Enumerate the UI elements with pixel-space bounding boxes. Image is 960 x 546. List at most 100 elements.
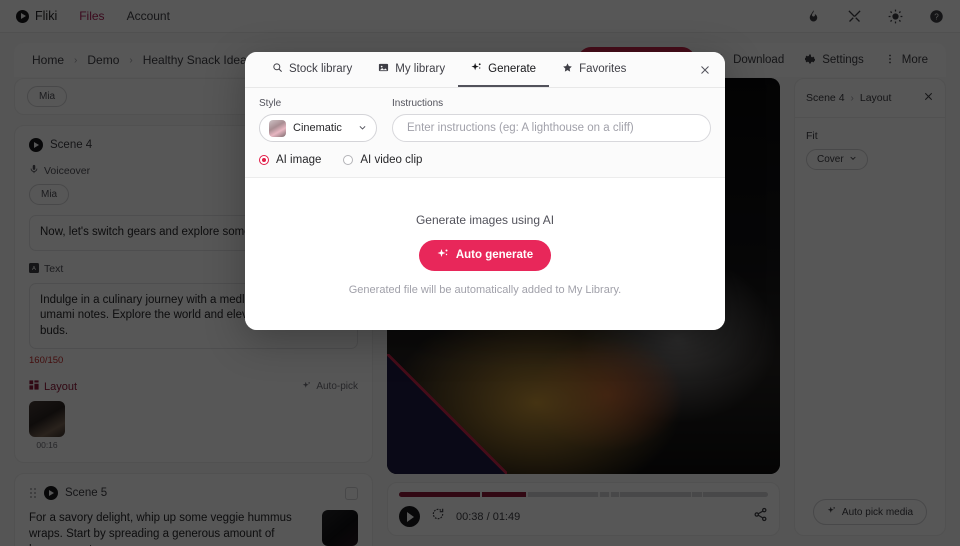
progress-bar[interactable] <box>399 492 768 497</box>
fliki-logo-icon <box>16 9 29 23</box>
layout-label-text: Layout <box>44 380 78 393</box>
chevron-down-icon <box>358 119 367 137</box>
more-button[interactable]: More <box>884 53 928 68</box>
layout-thumbnail[interactable] <box>29 401 65 438</box>
panel-footer: Auto pick media <box>795 489 945 535</box>
breadcrumb-separator: › <box>129 54 133 66</box>
panel-body: Fit Cover <box>795 118 945 489</box>
download-button[interactable]: Download <box>715 53 784 68</box>
panel-crumb-section: Layout <box>859 92 892 104</box>
form-row: Style Cinematic Instructions <box>259 98 711 142</box>
flame-icon[interactable] <box>806 9 821 24</box>
play-button[interactable] <box>399 506 420 527</box>
breadcrumb-home[interactable]: Home <box>32 53 64 67</box>
more-vertical-icon <box>884 53 896 68</box>
nav-item-files[interactable]: Files <box>79 9 104 23</box>
top-bar-actions: ? <box>806 9 944 24</box>
sparkle-icon <box>437 248 449 263</box>
instructions-field: Instructions <box>392 98 711 142</box>
brand[interactable]: Fliki <box>16 9 57 23</box>
voice-name-pill[interactable]: Mia <box>29 184 70 205</box>
fit-select[interactable]: Cover <box>806 149 868 170</box>
progress-tick <box>526 492 528 497</box>
tab-favorites-label: Favorites <box>579 62 627 75</box>
brand-name: Fliki <box>35 9 58 23</box>
progress-tick <box>690 492 692 497</box>
progress-fill <box>399 492 529 497</box>
modal-tab-bar: Stock library My library Generate Favori… <box>245 52 725 88</box>
download-label: Download <box>733 54 785 66</box>
properties-panel: Scene 4 › Layout Fit Cover Auto pick med… <box>794 78 946 536</box>
panel-crumb-separator: › <box>850 92 854 104</box>
instructions-input[interactable] <box>392 114 711 142</box>
scene-5-thumbnail[interactable] <box>322 510 358 546</box>
chevron-down-icon <box>849 154 857 165</box>
auto-generate-label: Auto generate <box>455 249 534 261</box>
play-icon[interactable] <box>29 138 43 152</box>
help-icon[interactable]: ? <box>929 9 944 24</box>
radio-ai-video-clip-label: AI video clip <box>360 154 423 166</box>
text-label: Text <box>44 263 64 276</box>
generate-note: Generated file will be automatically add… <box>348 283 622 296</box>
tab-stock-library-label: Stock library <box>289 62 353 75</box>
fit-label: Fit <box>806 130 818 142</box>
breadcrumb-separator: › <box>74 54 78 66</box>
radio-ai-video-clip[interactable]: AI video clip <box>343 154 422 166</box>
auto-generate-button[interactable]: Auto generate <box>418 239 552 271</box>
panel-header: Scene 4 › Layout <box>795 79 945 118</box>
radio-indicator <box>259 155 269 165</box>
tab-favorites[interactable]: Favorites <box>549 52 639 87</box>
scene-5-header: Scene 5 <box>29 486 358 501</box>
style-thumbnail <box>269 119 286 137</box>
brightness-icon[interactable] <box>888 9 903 24</box>
instructions-label: Instructions <box>392 98 444 109</box>
radio-ai-image[interactable]: AI image <box>259 154 321 166</box>
scene-card-5[interactable]: Scene 5 For a savory delight, whip up so… <box>14 473 373 546</box>
auto-pick-media-button[interactable]: Auto pick media <box>812 499 928 525</box>
scene-5-text[interactable]: For a savory delight, whip up some veggi… <box>29 510 312 546</box>
tools-icon[interactable] <box>847 9 862 24</box>
layout-panel: Scene 4 › Layout Fit Cover Auto pick med… <box>794 78 946 536</box>
layout-icon <box>29 380 39 393</box>
mode-radio-group: AI image AI video clip <box>259 154 711 166</box>
generate-panel: Generate images using AI Auto generate G… <box>245 178 725 330</box>
progress-tick <box>609 492 611 497</box>
clip-duration: 00:16 <box>36 440 58 451</box>
nav-item-account[interactable]: Account <box>127 9 170 23</box>
close-icon[interactable] <box>923 89 934 107</box>
text-icon: A <box>29 262 39 276</box>
preview-corner-overlay <box>387 354 507 474</box>
style-select[interactable]: Cinematic <box>259 114 377 142</box>
replay-icon[interactable] <box>431 507 445 526</box>
radio-ai-image-label: AI image <box>276 154 322 166</box>
sparkle-icon <box>827 506 836 518</box>
more-label: More <box>901 54 928 66</box>
auto-pick-media-label: Auto pick media <box>841 506 914 518</box>
progress-tick <box>480 492 482 497</box>
generate-form: Style Cinematic Instructions Enter instr… <box>245 88 725 178</box>
player-controls: 00:38 / 01:49 <box>399 506 768 527</box>
tab-stock-library[interactable]: Stock library <box>259 52 365 87</box>
search-icon <box>272 62 283 76</box>
progress-tick <box>701 492 704 497</box>
breadcrumb-demo[interactable]: Demo <box>87 53 119 67</box>
tab-my-library-label: My library <box>395 62 446 75</box>
generate-title: Generate images using AI <box>415 212 555 227</box>
tab-generate[interactable]: Generate <box>458 52 550 87</box>
radio-indicator <box>343 155 354 165</box>
scene-5-action-button[interactable] <box>345 486 358 500</box>
play-icon[interactable] <box>44 486 58 501</box>
voice-pill-top[interactable]: Mia <box>27 86 68 107</box>
panel-crumb-scene[interactable]: Scene 4 <box>806 92 845 104</box>
svg-text:A: A <box>32 266 36 272</box>
style-field: Style Cinematic <box>259 98 377 142</box>
drag-handle-icon[interactable] <box>29 487 37 500</box>
style-value: Cinematic <box>293 122 342 134</box>
modal-close-icon[interactable] <box>699 52 711 87</box>
share-icon[interactable] <box>753 507 768 527</box>
settings-button[interactable]: Settings <box>804 53 864 68</box>
top-bar: Fliki Files Account ? <box>0 0 960 33</box>
tab-my-library[interactable]: My library <box>365 52 458 87</box>
auto-pick-button[interactable]: Auto-pick <box>302 381 358 393</box>
top-nav: Files Account <box>79 9 170 23</box>
